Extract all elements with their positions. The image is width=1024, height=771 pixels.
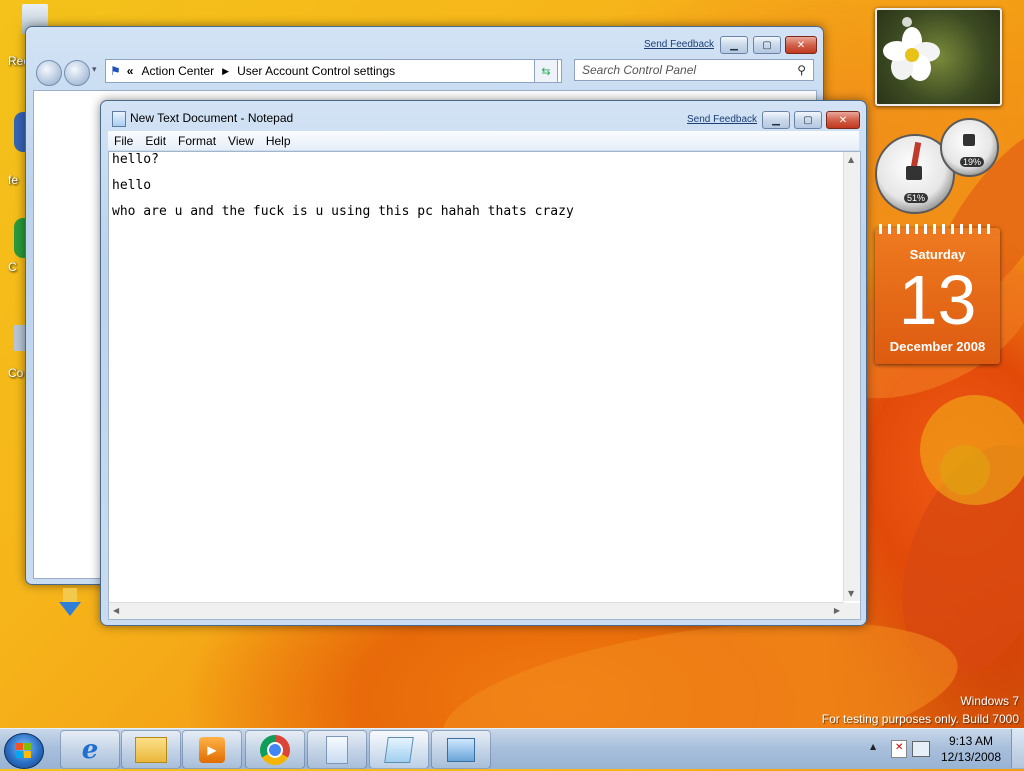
shortcut-label: fe: [8, 173, 19, 187]
breadcrumb-uac-settings[interactable]: User Account Control settings: [237, 64, 395, 78]
send-feedback-link[interactable]: Send Feedback: [687, 114, 757, 125]
close-button[interactable]: ✕: [826, 111, 860, 129]
build-watermark-title: Windows 7: [960, 694, 1019, 708]
windows-logo-icon: [16, 743, 31, 758]
memory-chip-icon: [963, 134, 975, 146]
menu-help[interactable]: Help: [260, 134, 297, 148]
close-button[interactable]: ✕: [785, 36, 817, 54]
cpu-percent: 51%: [904, 193, 929, 203]
control-panel-icon: [447, 737, 475, 762]
taskbar-chrome[interactable]: [245, 730, 305, 769]
window-title: New Text Document - Notepad: [130, 111, 294, 125]
recent-pages-chevron-icon[interactable]: ▾: [92, 65, 97, 75]
clock[interactable]: 9:13 AM 12/13/2008: [935, 733, 1007, 765]
menu-format[interactable]: Format: [172, 134, 222, 148]
taskbar-windows-explorer[interactable]: [121, 730, 181, 769]
media-player-icon: ▶: [199, 736, 225, 763]
calendar-gadget[interactable]: Saturday 13 December 2008: [875, 224, 1000, 364]
minimize-button[interactable]: ▁: [720, 36, 748, 54]
chrome-shortcut-label: C: [8, 260, 17, 274]
horizontal-scrollbar[interactable]: ◀ ▶: [109, 602, 844, 619]
network-icon[interactable]: [912, 741, 930, 757]
calendar-day: 13: [898, 261, 977, 339]
address-bar[interactable]: ⚑ « Action Center ▶ User Account Control…: [105, 59, 562, 83]
notepad-window[interactable]: New Text Document - Notepad Send Feedbac…: [100, 100, 867, 626]
computer-label: Co: [8, 366, 24, 380]
vertical-scrollbar[interactable]: ▲ ▼: [843, 152, 860, 601]
breadcrumb-overflow-icon[interactable]: «: [127, 64, 134, 78]
text-editor[interactable]: hello? hello who are u and the fuck is u…: [108, 151, 861, 620]
back-button[interactable]: [36, 60, 62, 86]
internet-explorer-icon: e: [81, 734, 99, 765]
scroll-right-icon[interactable]: ▶: [834, 606, 840, 615]
refresh-button[interactable]: ⇆: [534, 59, 558, 83]
maximize-button[interactable]: ▢: [794, 111, 822, 129]
taskbar-notepad[interactable]: [369, 730, 429, 769]
slideshow-gadget[interactable]: [875, 8, 1002, 106]
action-center-flag-icon[interactable]: ✕: [891, 740, 907, 758]
taskbar-media-player[interactable]: ▶: [182, 730, 242, 769]
memory-meter-gadget[interactable]: 19%: [940, 118, 999, 177]
taskbar-notepad-file[interactable]: [307, 730, 367, 769]
calendar-month: December 2008: [889, 339, 986, 354]
menu-bar: File Edit Format View Help: [108, 131, 859, 150]
notepad-icon: [112, 111, 126, 127]
start-button[interactable]: [4, 733, 44, 769]
document-icon: [326, 735, 348, 764]
show-hidden-icons-icon[interactable]: ▲: [870, 742, 876, 751]
memory-percent: 19%: [960, 157, 985, 167]
taskbar-control-panel[interactable]: [431, 730, 491, 769]
calendar-rings: [879, 224, 996, 234]
clock-time: 9:13 AM: [948, 734, 994, 748]
cpu-chip-icon: [906, 166, 922, 180]
build-watermark-text: For testing purposes only. Build 7000: [821, 712, 1019, 726]
scroll-left-icon[interactable]: ◀: [113, 606, 119, 615]
search-icon[interactable]: ⚲: [797, 63, 806, 77]
resize-grip[interactable]: [844, 603, 860, 619]
breadcrumb-separator-icon[interactable]: ▶: [222, 66, 229, 77]
taskbar-internet-explorer[interactable]: e: [60, 730, 120, 769]
download-icon: [55, 588, 85, 618]
breadcrumb-action-center[interactable]: Action Center: [141, 64, 214, 78]
text-line: hello: [112, 178, 152, 193]
menu-file[interactable]: File: [108, 134, 139, 148]
maximize-button[interactable]: ▢: [753, 36, 781, 54]
chrome-icon: [260, 734, 290, 765]
flower-photo-icon: [883, 17, 940, 81]
folder-icon: [135, 736, 167, 763]
notepad-icon: [384, 736, 414, 763]
send-feedback-link[interactable]: Send Feedback: [644, 39, 714, 50]
minimize-button[interactable]: ▁: [762, 111, 790, 129]
forward-button[interactable]: [64, 60, 90, 86]
text-line: hello?: [112, 152, 159, 167]
menu-view[interactable]: View: [222, 134, 260, 148]
search-placeholder: Search Control Panel: [582, 63, 697, 77]
menu-edit[interactable]: Edit: [139, 134, 172, 148]
flag-icon: ⚑: [110, 64, 121, 78]
search-input[interactable]: Search Control Panel ⚲: [574, 59, 814, 81]
clock-date: 12/13/2008: [940, 750, 1002, 764]
scroll-down-icon[interactable]: ▼: [848, 589, 854, 598]
show-desktop-button[interactable]: [1011, 729, 1024, 768]
text-line: who are u and the fuck is u using this p…: [112, 204, 574, 219]
scroll-up-icon[interactable]: ▲: [848, 155, 854, 164]
